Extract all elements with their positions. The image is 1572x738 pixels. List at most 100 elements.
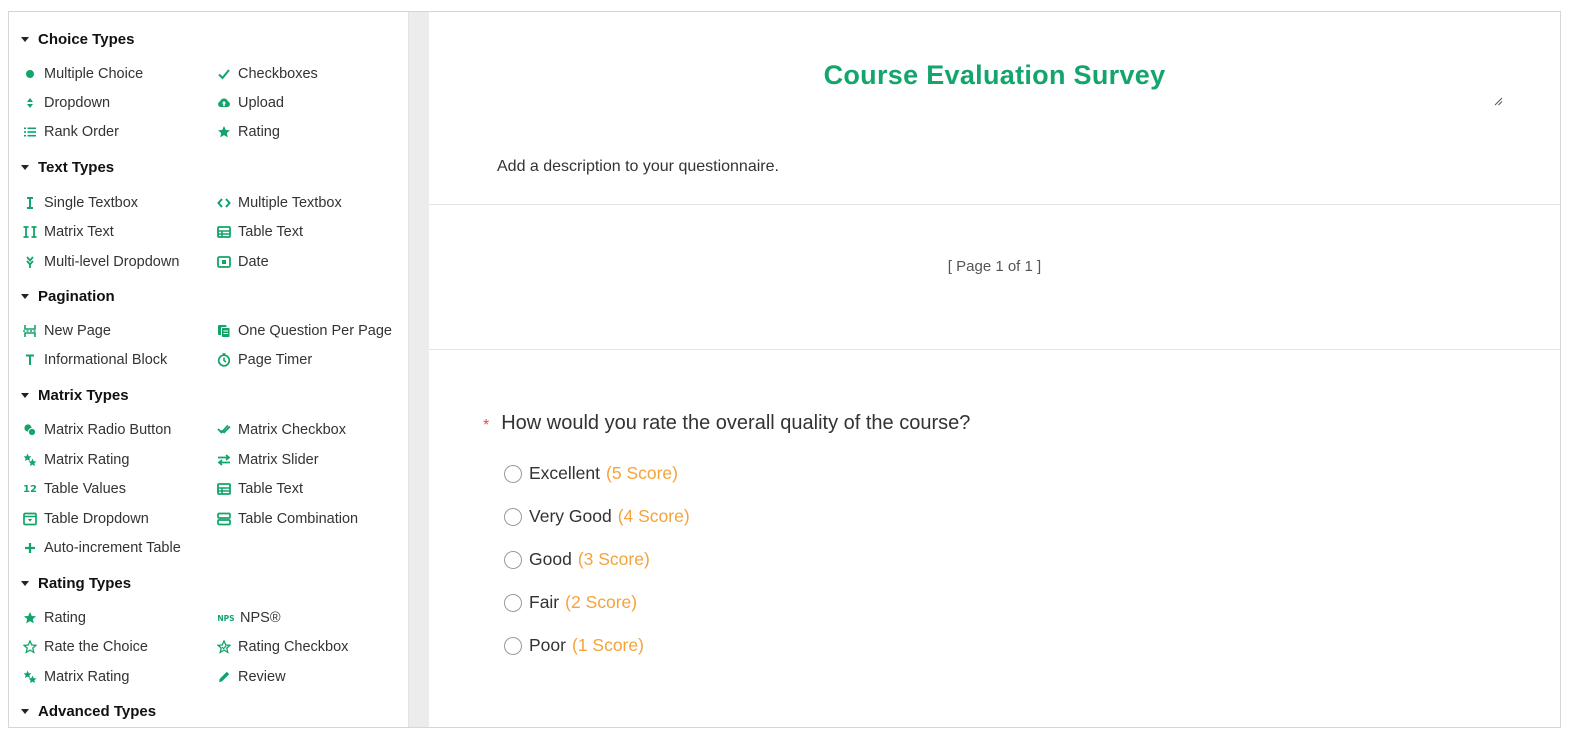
- section-advanced-types[interactable]: Advanced Types: [21, 703, 156, 720]
- survey-description[interactable]: Add a description to your questionnaire.: [497, 158, 779, 176]
- question-type-sidebar: Choice Types Multiple Choice Checkboxes …: [9, 12, 409, 727]
- sidebar-item-auto-increment-table[interactable]: Auto-increment Table: [23, 540, 181, 556]
- star-check-icon: [217, 640, 231, 654]
- option-score: (1 Score): [571, 635, 644, 655]
- sidebar-item-matrix-text[interactable]: Matrix Text: [23, 224, 114, 240]
- option-label: Good: [529, 549, 572, 569]
- resize-handle-icon[interactable]: [1493, 93, 1503, 106]
- option-label: Very Good: [529, 506, 612, 526]
- cloud-upload-icon: [217, 96, 231, 110]
- sidebar-item-rate-the-choice[interactable]: Rate the Choice: [23, 639, 148, 655]
- sidebar-item-new-page[interactable]: New Page: [23, 323, 111, 339]
- option-score: (3 Score): [577, 549, 650, 569]
- select-box-icon: [23, 512, 37, 526]
- nps-icon: NPS: [217, 613, 235, 623]
- radio-button[interactable]: [504, 507, 522, 526]
- radio-dot-icon: [23, 67, 37, 81]
- question-title[interactable]: * How would you rate the overall quality…: [483, 412, 970, 435]
- check-icon: [217, 67, 231, 81]
- sidebar-item-date[interactable]: Date: [217, 254, 269, 270]
- sidebar-item-matrix-rating[interactable]: Matrix Rating: [23, 452, 129, 468]
- double-check-icon: [217, 423, 231, 437]
- sidebar-item-review[interactable]: Review: [217, 669, 286, 685]
- section-text-types[interactable]: Text Types: [21, 159, 114, 176]
- slider-arrows-icon: [217, 453, 231, 467]
- sidebar-item-checkboxes[interactable]: Checkboxes: [217, 66, 318, 82]
- option-score: (4 Score): [617, 506, 690, 526]
- caret-down-icon: [21, 709, 29, 714]
- calendar-icon: [217, 255, 231, 269]
- section-pagination[interactable]: Pagination: [21, 288, 115, 305]
- radio-cluster-icon: [23, 423, 37, 437]
- sidebar-item-matrix-radio-button[interactable]: Matrix Radio Button: [23, 422, 171, 438]
- sidebar-item-upload[interactable]: Upload: [217, 95, 284, 111]
- page-break-icon: [23, 324, 37, 338]
- sidebar-item-informational-block[interactable]: Informational Block: [23, 352, 167, 368]
- sidebar-item-nps[interactable]: NPS NPS®: [217, 610, 280, 626]
- sidebar-item-page-timer[interactable]: Page Timer: [217, 352, 312, 368]
- sidebar-scrollbar[interactable]: [408, 12, 429, 727]
- section-choice-types[interactable]: Choice Types: [21, 31, 134, 48]
- sidebar-item-table-dropdown[interactable]: Table Dropdown: [23, 511, 149, 527]
- table-icon: [217, 225, 231, 239]
- text-t-icon: [23, 353, 37, 367]
- sidebar-item-rating[interactable]: Rating: [217, 124, 280, 140]
- caret-down-icon: [21, 37, 29, 42]
- radio-button[interactable]: [504, 550, 522, 569]
- text-cursor-icon: [23, 196, 37, 210]
- option-excellent[interactable]: Excellent (5 Score): [504, 463, 678, 484]
- option-poor[interactable]: Poor (1 Score): [504, 635, 644, 656]
- caret-down-icon: [21, 581, 29, 586]
- page-indicator: [ Page 1 of 1 ]: [947, 258, 1042, 275]
- double-text-cursor-icon: [23, 225, 37, 239]
- sidebar-item-rank-order[interactable]: Rank Order: [23, 124, 119, 140]
- sidebar-item-multiple-choice[interactable]: Multiple Choice: [23, 66, 143, 82]
- numbers-icon: 12: [23, 483, 37, 495]
- code-brackets-icon: [217, 196, 231, 210]
- option-good[interactable]: Good (3 Score): [504, 549, 650, 570]
- sidebar-item-matrix-rating-2[interactable]: Matrix Rating: [23, 669, 129, 685]
- option-score: (5 Score): [606, 463, 678, 483]
- caret-down-icon: [21, 294, 29, 299]
- sidebar-item-matrix-checkbox[interactable]: Matrix Checkbox: [217, 422, 346, 438]
- caret-down-icon: [21, 165, 29, 170]
- option-label: Excellent: [529, 463, 601, 483]
- option-label: Fair: [529, 592, 560, 612]
- radio-button[interactable]: [504, 593, 522, 612]
- divider: [429, 204, 1560, 205]
- sidebar-item-rating-checkbox[interactable]: Rating Checkbox: [217, 639, 348, 655]
- survey-title[interactable]: Course Evaluation Survey: [429, 60, 1560, 91]
- section-matrix-types[interactable]: Matrix Types: [21, 387, 129, 404]
- divider: [429, 349, 1560, 350]
- option-score: (2 Score): [565, 592, 638, 612]
- sidebar-item-multi-level-dropdown[interactable]: Multi-level Dropdown: [23, 254, 179, 270]
- plus-icon: [23, 541, 37, 555]
- timer-icon: [217, 353, 231, 367]
- sidebar-item-dropdown[interactable]: Dropdown: [23, 95, 110, 111]
- double-chevron-down-icon: [23, 255, 37, 269]
- stacked-rows-icon: [217, 512, 231, 526]
- star-icon: [217, 125, 231, 139]
- double-star-icon: [23, 670, 37, 684]
- sidebar-item-one-question-per-page[interactable]: One Question Per Page: [217, 323, 392, 339]
- radio-button[interactable]: [504, 464, 522, 483]
- option-fair[interactable]: Fair (2 Score): [504, 592, 637, 613]
- scrollbar-thumb[interactable]: [413, 12, 423, 727]
- copy-pages-icon: [217, 324, 231, 338]
- star-icon: [23, 611, 37, 625]
- sidebar-item-table-values[interactable]: 12 Table Values: [23, 481, 126, 497]
- sidebar-item-table-text-2[interactable]: Table Text: [217, 481, 303, 497]
- sidebar-item-rating-2[interactable]: Rating: [23, 610, 86, 626]
- sidebar-item-matrix-slider[interactable]: Matrix Slider: [217, 452, 319, 468]
- sidebar-item-multiple-textbox[interactable]: Multiple Textbox: [217, 195, 342, 211]
- question-text: How would you rate the overall quality o…: [501, 412, 971, 434]
- table-icon: [217, 482, 231, 496]
- sidebar-item-single-textbox[interactable]: Single Textbox: [23, 195, 138, 211]
- radio-button[interactable]: [504, 636, 522, 655]
- app-frame: Choice Types Multiple Choice Checkboxes …: [8, 11, 1561, 728]
- list-icon: [23, 125, 37, 139]
- sidebar-item-table-combination[interactable]: Table Combination: [217, 511, 358, 527]
- section-rating-types[interactable]: Rating Types: [21, 575, 131, 592]
- option-very-good[interactable]: Very Good (4 Score): [504, 506, 690, 527]
- sidebar-item-table-text[interactable]: Table Text: [217, 224, 303, 240]
